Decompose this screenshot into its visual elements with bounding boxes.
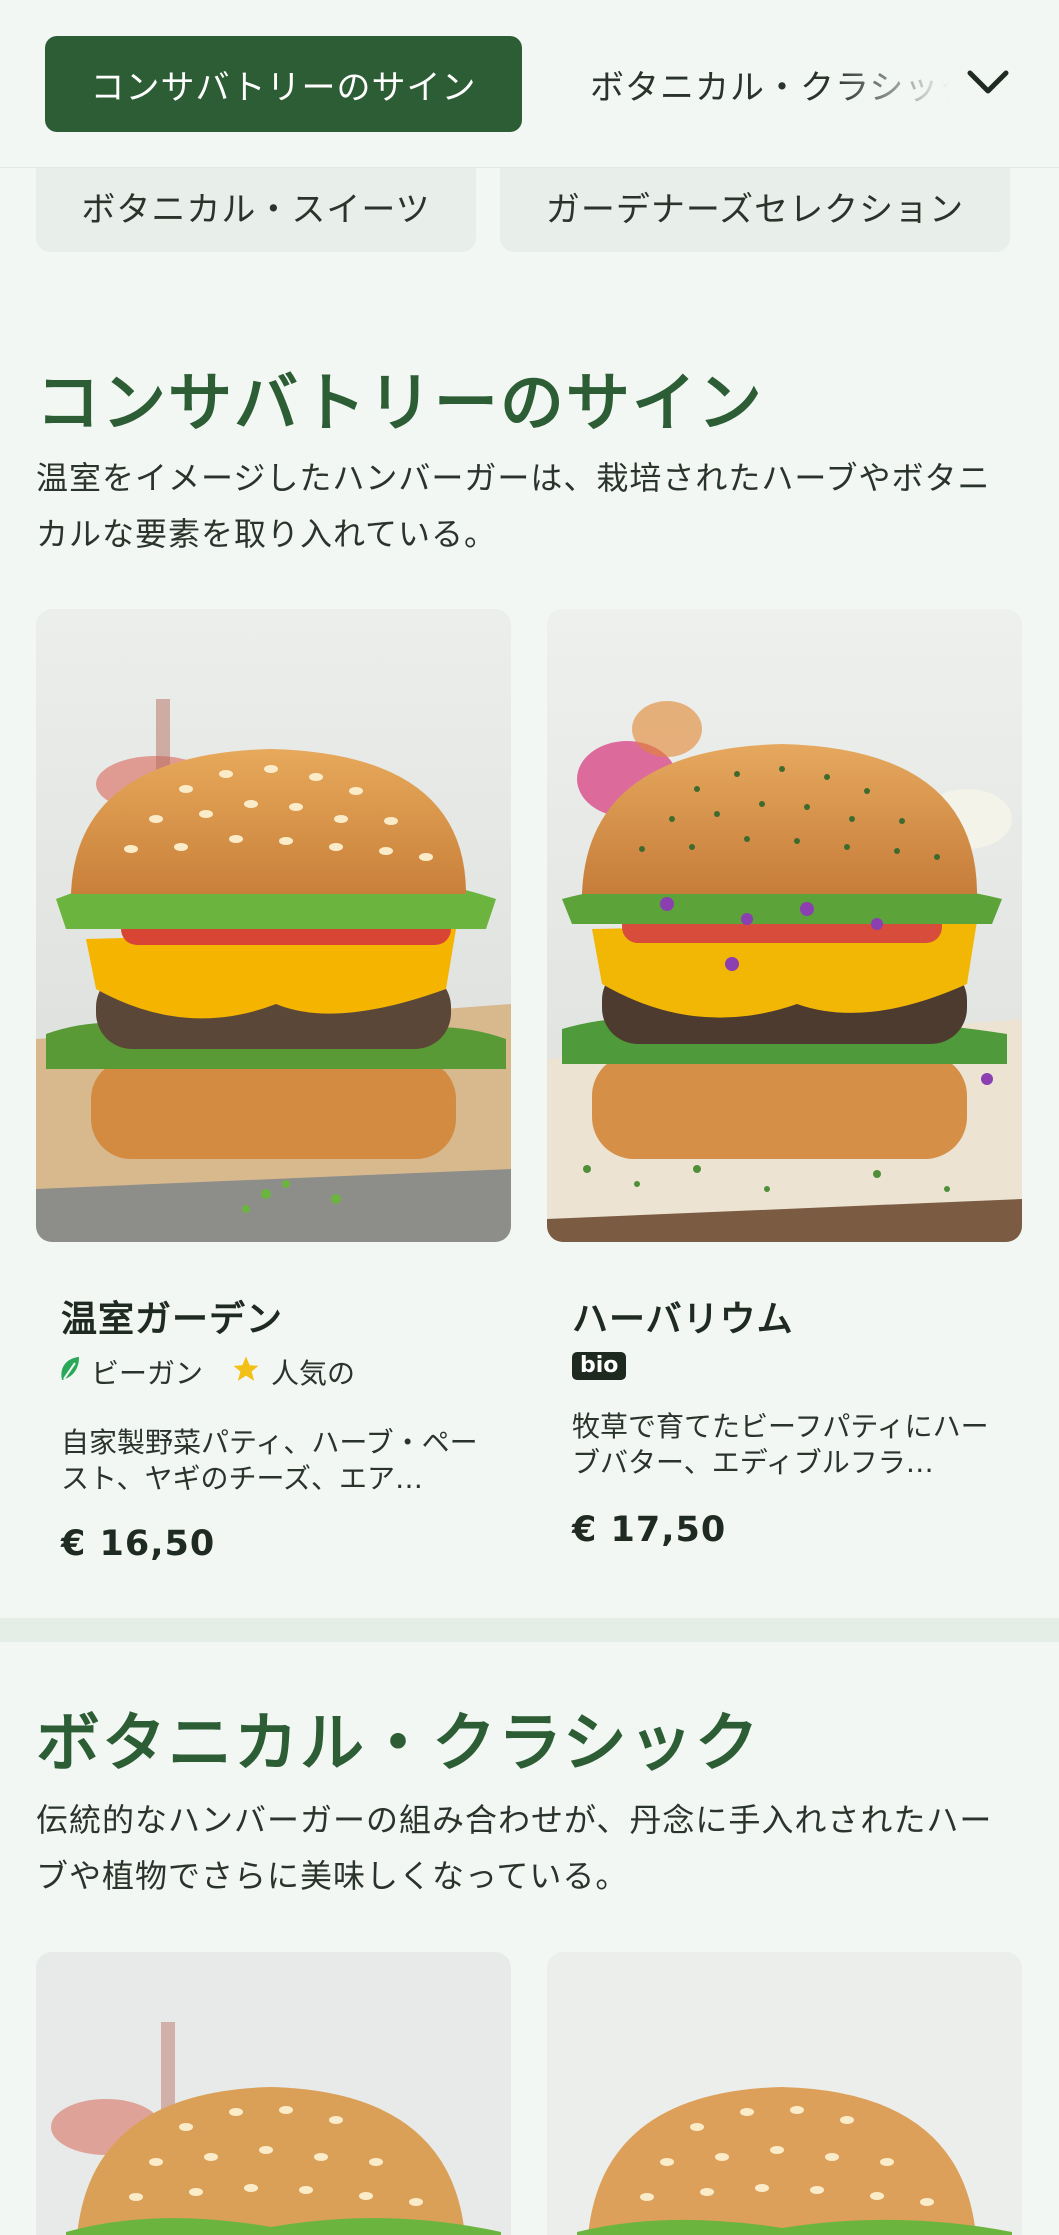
item-description: 牧草で育てたビーフパティにハーブバター、エディブルフラ…: [572, 1410, 989, 1479]
item-tags: ビーガン 人気の: [59, 1352, 373, 1392]
item-price: € 17,50: [572, 1510, 727, 1550]
section-title: コンサバトリーのサイン: [36, 367, 764, 441]
tab-gardeners-selection[interactable]: ガーデナーズセレクション: [500, 160, 1010, 252]
star-icon: [231, 1354, 261, 1391]
tag-label: ビーガン: [91, 1357, 204, 1390]
section-divider: [0, 1618, 1059, 1642]
burger-image[interactable]: [36, 609, 511, 1242]
burger-image[interactable]: [547, 609, 1022, 1242]
tag-label: 人気の: [271, 1357, 356, 1390]
item-name[interactable]: ハーバリウム: [572, 1290, 794, 1342]
item-description: 自家製野菜パティ、ハーブ・ペースト、ヤギのチーズ、エア…: [61, 1426, 478, 1495]
bio-badge: bio: [572, 1352, 627, 1380]
burger-image[interactable]: [547, 1952, 1022, 2235]
burger-image[interactable]: [36, 1952, 511, 2235]
tab-botanical-sweets[interactable]: ボタニカル・スイーツ: [36, 160, 476, 252]
tag-popular: 人気の: [231, 1352, 355, 1392]
section-description: 伝統的なハンバーガーの組み合わせが、丹念に手入れされたハーブや植物でさらに美味し…: [36, 1801, 993, 1895]
chevron-down-icon[interactable]: [962, 56, 1014, 108]
section-title: ボタニカル・クラシック: [36, 1707, 761, 1781]
item-price: € 16,50: [61, 1524, 216, 1564]
leaf-icon: [59, 1355, 81, 1390]
tab-conservatory-signs[interactable]: コンサバトリーのサイン: [45, 36, 522, 132]
tab-botanical-classics[interactable]: ボタニカル・クラシック: [590, 36, 950, 132]
item-name[interactable]: 温室ガーデン: [61, 1290, 283, 1342]
section-description: 温室をイメージしたハンバーガーは、栽培されたハーブやボタニカルな要素を取り入れて…: [36, 459, 991, 553]
tag-vegan: ビーガン: [59, 1352, 203, 1392]
category-nav-bar: コンサバトリーのサイン ボタニカル・クラシック: [0, 0, 1059, 168]
